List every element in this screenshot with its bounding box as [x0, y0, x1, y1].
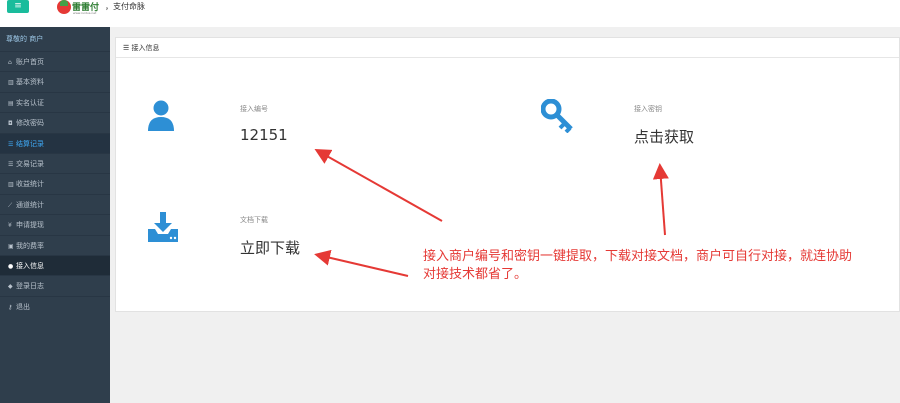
hamburger-menu-button[interactable]: ≡ — [7, 0, 29, 13]
chart-icon: ▥ — [8, 79, 14, 87]
bar-chart-icon: ▥ — [8, 181, 14, 189]
sidebar-item-label: 账户首页 — [16, 58, 44, 66]
sidebar-item[interactable]: ⌂ 账户首页 — [0, 51, 110, 71]
sidebar-item-label: 我的费率 — [16, 241, 44, 250]
key-icon — [541, 99, 573, 133]
doc-download-link[interactable]: 立即下载 — [240, 237, 300, 258]
list-icon: ☰ — [8, 140, 14, 148]
info-icon: ● — [8, 262, 14, 270]
home-icon: ⌂ — [8, 59, 12, 66]
sidebar-item-label: 收益统计 — [16, 180, 44, 189]
card-icon: ▣ — [8, 242, 14, 250]
sidebar-item-label: 通道统计 — [16, 200, 44, 209]
sidebar: 尊敬的 商户 ⌂ 账户首页 ▥ 基本资料 ▤ 实名认证 ◘ 修改密码 ☰ 结算记录 ☰ 交易记录 ▥ 收益… — [0, 27, 110, 403]
download-icon — [148, 212, 178, 242]
sidebar-greeting: 尊敬的 商户 — [6, 35, 44, 43]
annotation-line-1: 接入商户编号和密钥一键提取，下载对接文档，商户可自行对接，就连协助 — [423, 249, 853, 264]
logo: 雷雷付 ，支付命脉 www.ruidus.net — [57, 0, 157, 20]
doc-download-label: 文档下载 — [240, 216, 268, 224]
merchant-id-value: 12151 — [240, 126, 288, 144]
sidebar-item[interactable]: ⚷ 退出 — [0, 295, 110, 316]
sidebar-item-label: 交易记录 — [16, 159, 44, 168]
sidebar-item-label: 申请提现 — [16, 221, 44, 230]
annotation-line-2: 对接技术都省了。 — [423, 267, 528, 282]
logo-url: www.ruidus.net — [73, 11, 97, 15]
sidebar-menu: ⌂ 账户首页 ▥ 基本资料 ▤ 实名认证 ◘ 修改密码 ☰ 结算记录 ☰ 交易记录 ▥ 收益统计 ⟋ 通道统计… — [0, 51, 110, 316]
key-icon: ⚷ — [8, 303, 13, 311]
sidebar-item-label: 实名认证 — [16, 98, 44, 107]
sidebar-item[interactable]: ▥ 收益统计 — [0, 173, 110, 193]
lock-icon: ◘ — [8, 120, 13, 128]
sidebar-item-label: 结算记录 — [16, 139, 44, 148]
sidebar-item[interactable]: ☰ 交易记录 — [0, 152, 110, 173]
top-bar: ≡ 雷雷付 ，支付命脉 www.ruidus.net — [0, 0, 900, 27]
list-icon: ☰ — [123, 44, 130, 52]
merchant-id-label: 接入编号 — [240, 105, 268, 113]
sidebar-item[interactable]: ◘ 修改密码 — [0, 112, 110, 132]
sidebar-item[interactable]: ▤ 实名认证 — [0, 91, 110, 112]
logo-slogan: ，支付命脉 — [105, 2, 145, 11]
secret-key-fetch-link[interactable]: 点击获取 — [634, 126, 694, 147]
sidebar-item[interactable]: ¥ 申请提现 — [0, 214, 110, 234]
panel-title: 接入信息 — [131, 44, 160, 52]
yen-icon: ¥ — [8, 222, 12, 230]
sidebar-item[interactable]: ☰ 结算记录 — [0, 132, 110, 153]
sidebar-item-label: 登录日志 — [16, 282, 44, 291]
list-icon: ☰ — [8, 160, 14, 168]
sidebar-item[interactable]: ⟋ 通道统计 — [0, 193, 110, 214]
sidebar-item-label: 退出 — [16, 302, 30, 311]
secret-key-label: 接入密钥 — [634, 105, 662, 113]
sidebar-item[interactable]: ● 接入信息 — [0, 254, 110, 276]
sidebar-item-label: 接入信息 — [16, 261, 44, 270]
line-chart-icon: ⟋ — [8, 201, 13, 209]
logo-mark-icon — [57, 0, 71, 14]
tag-icon: ◆ — [8, 283, 13, 291]
sidebar-item[interactable]: ▥ 基本资料 — [0, 71, 110, 91]
sidebar-item[interactable]: ◆ 登录日志 — [0, 275, 110, 295]
sidebar-item-label: 修改密码 — [16, 119, 44, 128]
user-icon — [148, 100, 174, 131]
panel-header: ☰ 接入信息 — [116, 38, 899, 58]
sidebar-item-label: 基本资料 — [16, 78, 44, 87]
id-card-icon: ▤ — [8, 99, 14, 107]
annotation-note: 接入商户编号和密钥一键提取，下载对接文档，商户可自行对接，就连协助 对接技术都省… — [423, 248, 900, 284]
sidebar-item[interactable]: ▣ 我的费率 — [0, 234, 110, 255]
